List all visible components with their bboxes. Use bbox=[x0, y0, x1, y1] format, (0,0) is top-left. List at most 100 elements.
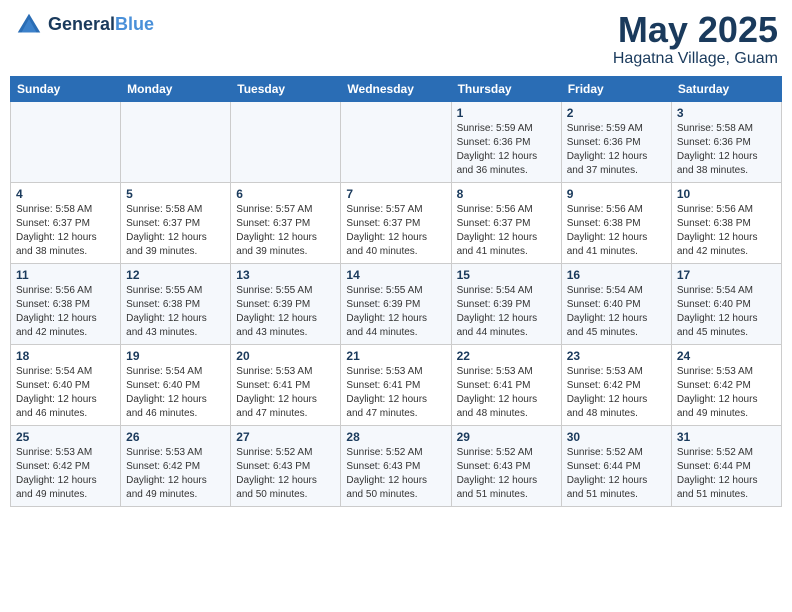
calendar-day-cell: 30Sunrise: 5:52 AM Sunset: 6:44 PM Dayli… bbox=[561, 425, 671, 506]
day-number: 20 bbox=[236, 349, 335, 363]
calendar-day-cell: 31Sunrise: 5:52 AM Sunset: 6:44 PM Dayli… bbox=[671, 425, 781, 506]
logo-text: GeneralBlue bbox=[48, 15, 154, 35]
day-number: 7 bbox=[346, 187, 445, 201]
calendar-day-cell: 7 Sunrise: 5:57 AM Sunset: 6:37 PM Daylig… bbox=[341, 182, 451, 263]
day-info: Sunrise: 5:53 AM Sunset: 6:42 PM Dayligh… bbox=[126, 446, 225, 502]
day-info: Sunrise: 5:55 AM Sunset: 6:39 PM Dayligh… bbox=[236, 284, 335, 340]
day-info: Sunrise: 5:52 AM Sunset: 6:43 PM Dayligh… bbox=[346, 446, 445, 502]
calendar-day-cell: 14 Sunrise: 5:55 AM Sunset: 6:39 PM Dayli… bbox=[341, 263, 451, 344]
day-info: Sunrise: 5:55 AM Sunset: 6:38 PM Dayligh… bbox=[126, 284, 225, 340]
calendar-day-cell bbox=[341, 101, 451, 182]
day-number: 16 bbox=[567, 268, 666, 282]
day-number: 19 bbox=[126, 349, 225, 363]
calendar-day-cell: 9 Sunrise: 5:56 AM Sunset: 6:38 PM Daylig… bbox=[561, 182, 671, 263]
day-info: Sunrise: 5:54 AM Sunset: 6:39 PM Dayligh… bbox=[457, 284, 556, 340]
day-info: Sunrise: 5:53 AM Sunset: 6:42 PM Dayligh… bbox=[16, 446, 115, 502]
calendar-day-cell: 4Sunrise: 5:58 AM Sunset: 6:37 PM Daylig… bbox=[11, 182, 121, 263]
day-number: 27 bbox=[236, 430, 335, 444]
day-info: Sunrise: 5:54 AM Sunset: 6:40 PM Dayligh… bbox=[677, 284, 776, 340]
calendar-day-cell bbox=[121, 101, 231, 182]
day-info: Sunrise: 5:52 AM Sunset: 6:43 PM Dayligh… bbox=[457, 446, 556, 502]
day-number: 13 bbox=[236, 268, 335, 282]
day-info: Sunrise: 5:54 AM Sunset: 6:40 PM Dayligh… bbox=[567, 284, 666, 340]
calendar-day-cell: 13 Sunrise: 5:55 AM Sunset: 6:39 PM Dayli… bbox=[231, 263, 341, 344]
day-number: 2 bbox=[567, 106, 666, 120]
day-number: 25 bbox=[16, 430, 115, 444]
weekday-header: Wednesday bbox=[341, 76, 451, 101]
weekday-header: Friday bbox=[561, 76, 671, 101]
day-info: Sunrise: 5:53 AM Sunset: 6:41 PM Dayligh… bbox=[236, 365, 335, 421]
day-info: Sunrise: 5:59 AM Sunset: 6:36 PM Dayligh… bbox=[567, 122, 666, 178]
day-number: 14 bbox=[346, 268, 445, 282]
day-number: 5 bbox=[126, 187, 225, 201]
day-info: Sunrise: 5:53 AM Sunset: 6:42 PM Dayligh… bbox=[677, 365, 776, 421]
calendar-day-cell: 28 Sunrise: 5:52 AM Sunset: 6:43 PM Dayli… bbox=[341, 425, 451, 506]
day-number: 26 bbox=[126, 430, 225, 444]
calendar-day-cell bbox=[11, 101, 121, 182]
calendar-day-cell: 22 Sunrise: 5:53 AM Sunset: 6:41 PM Dayli… bbox=[451, 344, 561, 425]
calendar-day-cell: 8 Sunrise: 5:56 AM Sunset: 6:37 PM Daylig… bbox=[451, 182, 561, 263]
day-info: Sunrise: 5:52 AM Sunset: 6:44 PM Dayligh… bbox=[677, 446, 776, 502]
day-info: Sunrise: 5:54 AM Sunset: 6:40 PM Dayligh… bbox=[126, 365, 225, 421]
day-info: Sunrise: 5:53 AM Sunset: 6:42 PM Dayligh… bbox=[567, 365, 666, 421]
weekday-header: Monday bbox=[121, 76, 231, 101]
calendar-day-cell: 24 Sunrise: 5:53 AM Sunset: 6:42 PM Dayli… bbox=[671, 344, 781, 425]
calendar-day-cell: 3Sunrise: 5:58 AM Sunset: 6:36 PM Daylig… bbox=[671, 101, 781, 182]
day-info: Sunrise: 5:52 AM Sunset: 6:43 PM Dayligh… bbox=[236, 446, 335, 502]
weekday-header: Tuesday bbox=[231, 76, 341, 101]
day-number: 1 bbox=[457, 106, 556, 120]
calendar-day-cell: 23Sunrise: 5:53 AM Sunset: 6:42 PM Dayli… bbox=[561, 344, 671, 425]
calendar-day-cell bbox=[231, 101, 341, 182]
day-info: Sunrise: 5:57 AM Sunset: 6:37 PM Dayligh… bbox=[236, 203, 335, 259]
day-number: 8 bbox=[457, 187, 556, 201]
weekday-header: Thursday bbox=[451, 76, 561, 101]
day-info: Sunrise: 5:58 AM Sunset: 6:36 PM Dayligh… bbox=[677, 122, 776, 178]
location-subtitle: Hagatna Village, Guam bbox=[613, 50, 778, 68]
calendar-week-row: 25 Sunrise: 5:53 AM Sunset: 6:42 PM Dayli… bbox=[11, 425, 782, 506]
calendar-day-cell: 15 Sunrise: 5:54 AM Sunset: 6:39 PM Dayli… bbox=[451, 263, 561, 344]
day-number: 18 bbox=[16, 349, 115, 363]
calendar-week-row: 1 Sunrise: 5:59 AM Sunset: 6:36 PM Daylig… bbox=[11, 101, 782, 182]
day-info: Sunrise: 5:58 AM Sunset: 6:37 PM Dayligh… bbox=[126, 203, 225, 259]
calendar-day-cell: 6 Sunrise: 5:57 AM Sunset: 6:37 PM Daylig… bbox=[231, 182, 341, 263]
day-info: Sunrise: 5:56 AM Sunset: 6:38 PM Dayligh… bbox=[567, 203, 666, 259]
day-number: 30 bbox=[567, 430, 666, 444]
day-number: 15 bbox=[457, 268, 556, 282]
weekday-header: Sunday bbox=[11, 76, 121, 101]
calendar-day-cell: 19 Sunrise: 5:54 AM Sunset: 6:40 PM Dayli… bbox=[121, 344, 231, 425]
day-info: Sunrise: 5:56 AM Sunset: 6:37 PM Dayligh… bbox=[457, 203, 556, 259]
calendar-day-cell: 18 Sunrise: 5:54 AM Sunset: 6:40 PM Dayli… bbox=[11, 344, 121, 425]
day-number: 6 bbox=[236, 187, 335, 201]
day-number: 21 bbox=[346, 349, 445, 363]
day-number: 9 bbox=[567, 187, 666, 201]
day-info: Sunrise: 5:57 AM Sunset: 6:37 PM Dayligh… bbox=[346, 203, 445, 259]
day-info: Sunrise: 5:59 AM Sunset: 6:36 PM Dayligh… bbox=[457, 122, 556, 178]
day-info: Sunrise: 5:55 AM Sunset: 6:39 PM Dayligh… bbox=[346, 284, 445, 340]
logo: GeneralBlue bbox=[14, 10, 154, 40]
calendar-day-cell: 27 Sunrise: 5:52 AM Sunset: 6:43 PM Dayli… bbox=[231, 425, 341, 506]
day-info: Sunrise: 5:53 AM Sunset: 6:41 PM Dayligh… bbox=[346, 365, 445, 421]
day-number: 17 bbox=[677, 268, 776, 282]
calendar-day-cell: 20 Sunrise: 5:53 AM Sunset: 6:41 PM Dayli… bbox=[231, 344, 341, 425]
calendar-day-cell: 16 Sunrise: 5:54 AM Sunset: 6:40 PM Dayli… bbox=[561, 263, 671, 344]
day-number: 11 bbox=[16, 268, 115, 282]
calendar-day-cell: 21 Sunrise: 5:53 AM Sunset: 6:41 PM Dayli… bbox=[341, 344, 451, 425]
day-info: Sunrise: 5:54 AM Sunset: 6:40 PM Dayligh… bbox=[16, 365, 115, 421]
day-number: 22 bbox=[457, 349, 556, 363]
calendar-week-row: 11 Sunrise: 5:56 AM Sunset: 6:38 PM Dayli… bbox=[11, 263, 782, 344]
calendar-week-row: 18 Sunrise: 5:54 AM Sunset: 6:40 PM Dayli… bbox=[11, 344, 782, 425]
day-info: Sunrise: 5:56 AM Sunset: 6:38 PM Dayligh… bbox=[16, 284, 115, 340]
day-number: 10 bbox=[677, 187, 776, 201]
title-block: May 2025 Hagatna Village, Guam bbox=[613, 10, 778, 68]
logo-icon bbox=[14, 10, 44, 40]
calendar-table: SundayMondayTuesdayWednesdayThursdayFrid… bbox=[10, 76, 782, 507]
day-info: Sunrise: 5:58 AM Sunset: 6:37 PM Dayligh… bbox=[16, 203, 115, 259]
calendar-day-cell: 17 Sunrise: 5:54 AM Sunset: 6:40 PM Dayli… bbox=[671, 263, 781, 344]
day-number: 28 bbox=[346, 430, 445, 444]
day-info: Sunrise: 5:53 AM Sunset: 6:41 PM Dayligh… bbox=[457, 365, 556, 421]
calendar-day-cell: 25 Sunrise: 5:53 AM Sunset: 6:42 PM Dayli… bbox=[11, 425, 121, 506]
day-info: Sunrise: 5:56 AM Sunset: 6:38 PM Dayligh… bbox=[677, 203, 776, 259]
day-number: 24 bbox=[677, 349, 776, 363]
calendar-day-cell: 29Sunrise: 5:52 AM Sunset: 6:43 PM Dayli… bbox=[451, 425, 561, 506]
calendar-header-row: SundayMondayTuesdayWednesdayThursdayFrid… bbox=[11, 76, 782, 101]
